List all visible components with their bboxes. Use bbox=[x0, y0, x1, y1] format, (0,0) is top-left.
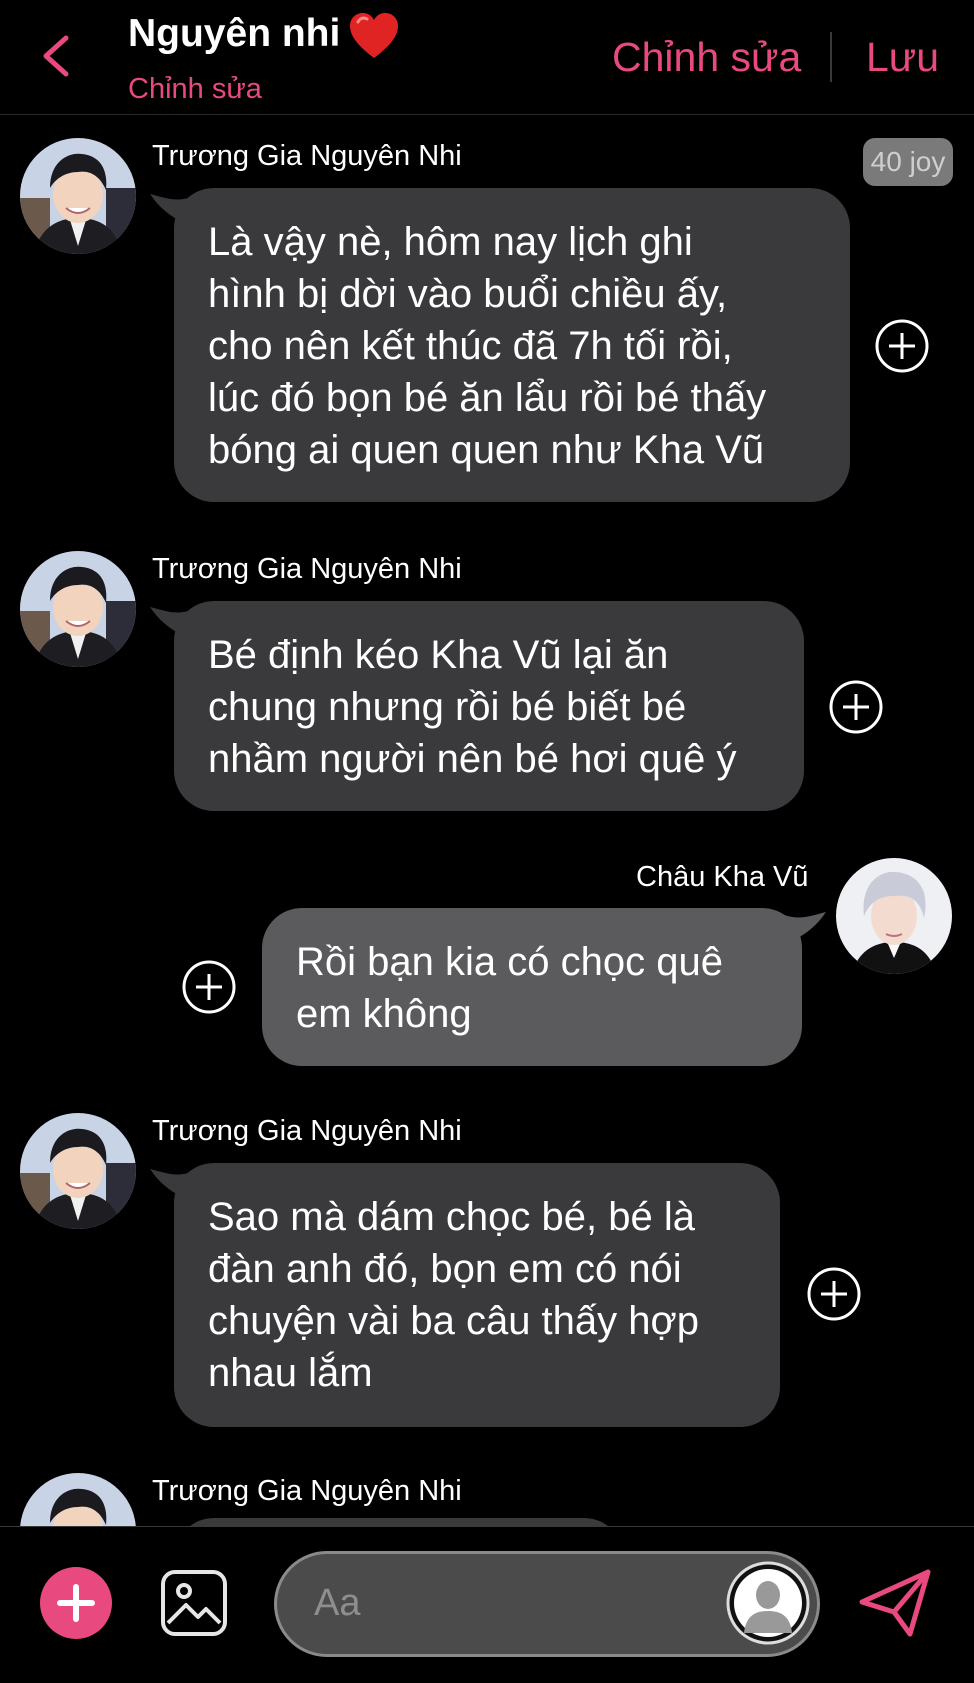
send-icon[interactable] bbox=[858, 1568, 932, 1638]
plus-circle-icon[interactable] bbox=[181, 959, 237, 1015]
chat-title: Nguyên nhi bbox=[128, 12, 341, 55]
message-line: Là vậy nè, hôm nay lịch ghi bbox=[208, 220, 693, 264]
message-bubble[interactable]: Bé định kéo Kha Vũ lại ăn chung nhưng rồ… bbox=[174, 601, 804, 811]
user-silhouette-icon[interactable] bbox=[726, 1561, 810, 1645]
message-line: nhau lắm bbox=[208, 1351, 373, 1395]
message-line: Rồi bạn kia có chọc quê bbox=[296, 940, 723, 984]
plus-icon bbox=[57, 1584, 95, 1622]
heart-icon bbox=[350, 13, 398, 58]
message-bubble[interactable]: Sao mà dám chọc bé, bé là đàn anh đó, bọ… bbox=[174, 1163, 780, 1427]
avatar-nguyen-nhi[interactable] bbox=[20, 1113, 136, 1229]
message-line: em không bbox=[296, 992, 472, 1036]
chat-subtitle-edit[interactable]: Chỉnh sửa bbox=[128, 73, 262, 106]
plus-circle-icon[interactable] bbox=[874, 318, 930, 374]
message-bubble-outgoing[interactable]: Rồi bạn kia có chọc quê em không bbox=[262, 908, 802, 1066]
message-line: Bé định kéo Kha Vũ lại ăn bbox=[208, 633, 669, 677]
edit-button[interactable]: Chỉnh sửa bbox=[612, 34, 801, 81]
message-line: cho nên kết thúc đã 7h tối rồi, bbox=[208, 324, 733, 368]
chat-header: Nguyên nhi Chỉnh sửa Chỉnh sửa Lưu bbox=[0, 0, 974, 115]
avatar-chau-kha-vu[interactable] bbox=[836, 858, 952, 974]
avatar-nguyen-nhi[interactable] bbox=[20, 551, 136, 667]
message-line: bóng ai quen quen như Kha Vũ bbox=[208, 428, 765, 472]
plus-circle-icon[interactable] bbox=[828, 679, 884, 735]
header-divider bbox=[830, 32, 832, 82]
message-line: hình bị dời vào buổi chiều ấy, bbox=[208, 272, 728, 316]
message-line: chung nhưng rồi bé biết bé bbox=[208, 685, 687, 729]
plus-circle-icon[interactable] bbox=[806, 1266, 862, 1322]
save-button[interactable]: Lưu bbox=[866, 34, 939, 81]
message-line: chuyện vài ba câu thấy hợp bbox=[208, 1299, 699, 1343]
message-line: nhầm người nên bé hơi quê ý bbox=[208, 737, 737, 781]
sender-name: Trương Gia Nguyên Nhi bbox=[152, 1115, 462, 1147]
message-line: Sao mà dám chọc bé, bé là bbox=[208, 1195, 695, 1239]
message-bubble[interactable]: Là vậy nè, hôm nay lịch ghi hình bị dời … bbox=[174, 188, 850, 502]
sender-name: Châu Kha Vũ bbox=[636, 861, 809, 893]
image-icon[interactable] bbox=[160, 1569, 228, 1637]
sender-name: Trương Gia Nguyên Nhi bbox=[152, 553, 462, 585]
add-button[interactable] bbox=[40, 1567, 112, 1639]
avatar-nguyen-nhi[interactable] bbox=[20, 138, 136, 254]
message-line: lúc đó bọn bé ăn lẩu rồi bé thấy bbox=[208, 376, 767, 420]
back-chevron-icon[interactable] bbox=[38, 34, 78, 78]
message-line: đàn anh đó, bọn em có nói bbox=[208, 1247, 682, 1291]
sender-name: Trương Gia Nguyên Nhi bbox=[152, 140, 462, 172]
message-input-placeholder: Aa bbox=[314, 1582, 361, 1624]
sender-name: Trương Gia Nguyên Nhi bbox=[152, 1475, 462, 1507]
joy-badge: 40 joy bbox=[863, 138, 953, 186]
